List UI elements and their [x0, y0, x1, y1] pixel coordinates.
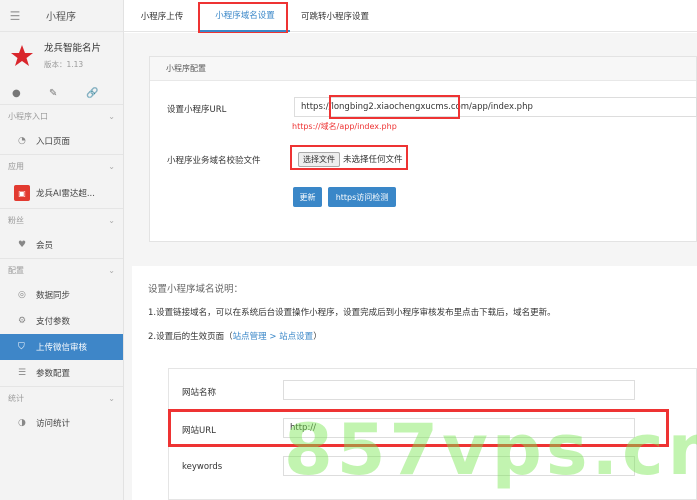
link-icon[interactable]: 🔗 [86, 88, 123, 99]
brand-name: 龙兵智能名片 [44, 43, 102, 54]
sidebar-item-params[interactable]: ☰ 参数配置 [0, 360, 123, 386]
section-config[interactable]: 配置 ⌄ [0, 258, 123, 282]
file-label: 小程序业务域名校验文件 [167, 156, 261, 166]
description-title: 设置小程序域名说明： [148, 284, 244, 295]
tab-upload[interactable]: 小程序上传 [124, 0, 200, 32]
panel-header: 小程序配置 [150, 57, 696, 81]
shield-icon: ⛉ [18, 342, 25, 352]
chevron-down-icon: ⌄ [108, 394, 115, 403]
sidebar-item-payment[interactable]: ⚙ 支付参数 [0, 308, 123, 334]
sidebar-item-entry-page[interactable]: ◔ 入口页面 [0, 128, 123, 154]
sync-icon: ◎ [18, 290, 26, 300]
star-logo-icon [11, 45, 33, 66]
description-line-2: 2.设置后的生效页面（站点管理 > 站点设置） [148, 332, 322, 342]
heart-icon: ♥ [18, 240, 27, 250]
description-line-1: 1.设置链接域名，可以在系统后台设置操作小程序，设置完成后到小程序审核发布里点击… [148, 308, 556, 318]
pencil-icon[interactable]: ✎ [49, 88, 86, 99]
url-label: 设置小程序URL [167, 105, 227, 115]
site-name-label: 网站名称 [182, 388, 217, 398]
section-entry[interactable]: 小程序入口 ⌄ [0, 104, 123, 128]
https-check-button[interactable]: https访问检测 [328, 187, 396, 207]
url-hint: https://域名/app/index.php [292, 122, 397, 131]
app-icon: ▣ [14, 185, 30, 201]
watermark: 857vps.cn [284, 409, 697, 491]
brand: 龙兵智能名片 版本：1.13 [0, 32, 123, 82]
section-apps[interactable]: 应用 ⌄ [0, 154, 123, 178]
site-settings-link[interactable]: 站点设置 [279, 332, 313, 342]
chevron-down-icon: ⌄ [108, 266, 115, 275]
sidebar-title: 小程序 [46, 12, 76, 23]
sidebar-header: ☰ 小程序 [0, 0, 123, 32]
sidebar-tools: ● ✎ 🔗 [0, 82, 123, 104]
highlight-box-file [290, 145, 408, 170]
sidebar-item-member[interactable]: ♥ 会员 [0, 232, 123, 258]
highlight-box-tab [198, 2, 288, 34]
sidebar-item-visit-stats[interactable]: ◑ 访问统计 [0, 410, 123, 436]
update-button[interactable]: 更新 [293, 187, 322, 207]
highlight-box-url [329, 95, 460, 119]
chevron-down-icon: ⌄ [108, 216, 115, 225]
sidebar-item-data-sync[interactable]: ◎ 数据同步 [0, 282, 123, 308]
chevron-down-icon: ⌄ [108, 112, 115, 121]
gear-icon: ⚙ [18, 316, 27, 326]
gauge-icon: ◔ [18, 136, 26, 146]
chevron-down-icon: ⌄ [108, 162, 115, 171]
list-icon: ☰ [18, 368, 27, 378]
sidebar-item-upload-review[interactable]: ⛉ 上传微信审核 [0, 334, 123, 360]
circle-dot-icon[interactable]: ● [12, 88, 49, 99]
tab-jump-settings[interactable]: 可跳转小程序设置 [290, 0, 380, 32]
config-panel: 小程序配置 [149, 56, 697, 242]
site-manage-link[interactable]: 站点管理 [233, 332, 267, 342]
brand-version: 版本：1.13 [44, 60, 84, 69]
sidebar-item-app[interactable]: ▣ 龙兵AI雷达超... [0, 178, 123, 208]
site-name-input[interactable] [283, 380, 635, 400]
sidebar: ☰ 小程序 龙兵智能名片 版本：1.13 ● ✎ 🔗 小程序入口 ⌄ ◔ 入口页面 … [0, 0, 124, 500]
menu-icon[interactable]: ☰ [0, 9, 30, 23]
section-fans[interactable]: 粉丝 ⌄ [0, 208, 123, 232]
section-stats[interactable]: 统计 ⌄ [0, 386, 123, 410]
chart-icon: ◑ [18, 418, 26, 428]
keywords-label: keywords [182, 462, 223, 472]
